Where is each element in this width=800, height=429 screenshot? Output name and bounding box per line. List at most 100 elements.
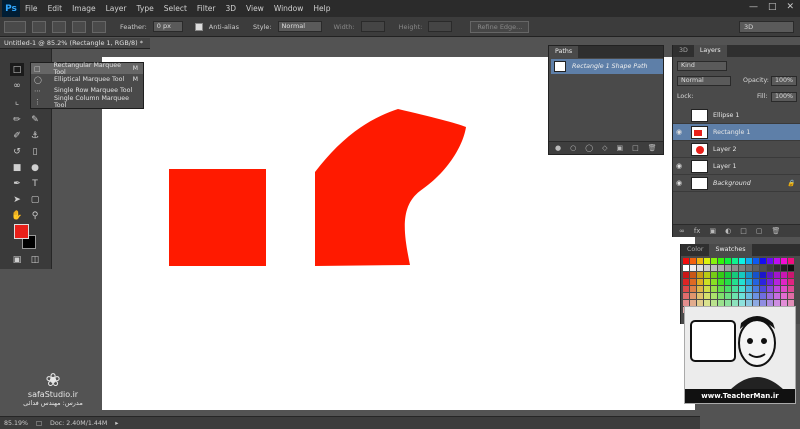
swatch-cell[interactable] [697, 258, 703, 264]
swatch-cell[interactable] [774, 279, 780, 285]
menu-view[interactable]: View [241, 4, 269, 13]
tab-paths[interactable]: Paths [549, 46, 579, 58]
swatch-cell[interactable] [767, 265, 773, 271]
swatch-cell[interactable] [774, 286, 780, 292]
swatch-cell[interactable] [718, 272, 724, 278]
swatch-cell[interactable] [774, 265, 780, 271]
swatch-cell[interactable] [690, 286, 696, 292]
swatch-cell[interactable] [683, 258, 689, 264]
swatch-cell[interactable] [753, 293, 759, 299]
swatch-cell[interactable] [767, 258, 773, 264]
menu-image[interactable]: Image [67, 4, 101, 13]
blend-mode-select[interactable]: Normal [677, 76, 731, 86]
gradient-tool-icon[interactable]: ■ [10, 161, 24, 174]
swatch-cell[interactable] [767, 293, 773, 299]
flyout-single-column-marquee[interactable]: ⋮ Single Column Marquee Tool [31, 95, 143, 109]
swatch-cell[interactable] [711, 272, 717, 278]
swatch-cell[interactable] [767, 272, 773, 278]
swatch-cell[interactable] [683, 265, 689, 271]
menu-file[interactable]: File [20, 4, 43, 13]
new-group-icon[interactable]: □ [740, 227, 747, 235]
menu-layer[interactable]: Layer [101, 4, 132, 13]
swatch-cell[interactable] [746, 258, 752, 264]
swatch-cell[interactable] [704, 293, 710, 299]
path-selection-icon[interactable]: ➤ [10, 193, 24, 206]
swatch-cell[interactable] [704, 286, 710, 292]
swatch-cell[interactable] [718, 258, 724, 264]
stroke-path-icon[interactable]: ○ [570, 144, 576, 152]
status-menu-arrow-icon[interactable]: ▸ [115, 420, 118, 427]
maximize-icon[interactable]: □ [768, 2, 777, 12]
fx-icon[interactable]: fx [694, 227, 701, 235]
swatch-cell[interactable] [725, 272, 731, 278]
swatch-cell[interactable] [753, 265, 759, 271]
document-tab[interactable]: Untitled-1 @ 85.2% (Rectangle 1, RGB/8) … [0, 38, 150, 49]
tab-swatches[interactable]: Swatches [709, 244, 752, 256]
swatch-cell[interactable] [788, 265, 794, 271]
swatch-cell[interactable] [781, 258, 787, 264]
swatch-cell[interactable] [697, 272, 703, 278]
link-layers-icon[interactable]: ∞ [679, 227, 685, 235]
add-mask-icon[interactable]: ▣ [709, 227, 716, 235]
swatch-cell[interactable] [732, 258, 738, 264]
refine-edge-button[interactable]: Refine Edge... [470, 20, 530, 33]
flyout-elliptical-marquee[interactable]: ◯ Elliptical Marquee Tool M [31, 74, 143, 85]
rectangle-tool-icon[interactable]: ▢ [28, 193, 42, 206]
antialias-checkbox[interactable] [194, 22, 203, 31]
swatch-cell[interactable] [704, 265, 710, 271]
add-mask-icon[interactable]: ▣ [616, 144, 623, 152]
feather-input[interactable]: 0 px [152, 21, 183, 32]
swatch-cell[interactable] [697, 265, 703, 271]
swatch-cell[interactable] [683, 279, 689, 285]
swatch-cell[interactable] [732, 265, 738, 271]
eyedropper-tool-icon[interactable]: ✏ [10, 113, 24, 126]
swatch-cell[interactable] [690, 279, 696, 285]
new-layer-icon[interactable]: ▢ [756, 227, 763, 235]
add-selection-button[interactable] [52, 20, 66, 33]
fill-input[interactable]: 100% [771, 92, 797, 102]
layer-row-layer-2[interactable]: Layer 2 [673, 141, 800, 158]
menu-edit[interactable]: Edit [43, 4, 68, 13]
swatch-cell[interactable] [690, 265, 696, 271]
swatch-cell[interactable] [683, 272, 689, 278]
swatch-cell[interactable] [753, 258, 759, 264]
tool-preset-picker[interactable] [4, 20, 26, 33]
swatch-cell[interactable] [760, 272, 766, 278]
swatch-cell[interactable] [732, 286, 738, 292]
swatch-cell[interactable] [753, 272, 759, 278]
swatch-cell[interactable] [760, 279, 766, 285]
flyout-rectangular-marquee[interactable]: □ Rectangular Marquee Tool M [31, 62, 143, 76]
layer-row-layer-1[interactable]: ◉ Layer 1 [673, 158, 800, 175]
swatch-cell[interactable] [739, 258, 745, 264]
swatch-cell[interactable] [746, 293, 752, 299]
swatch-cell[interactable] [704, 272, 710, 278]
subtract-selection-button[interactable] [72, 20, 86, 33]
swatch-cell[interactable] [760, 286, 766, 292]
swatch-cell[interactable] [711, 258, 717, 264]
workspace-select[interactable]: 3D [739, 21, 794, 33]
adjustment-layer-icon[interactable]: ◐ [725, 227, 731, 235]
zoom-level[interactable]: 85.19% [4, 420, 28, 427]
pen-tool-icon[interactable]: ✒ [10, 177, 24, 190]
swatch-cell[interactable] [788, 258, 794, 264]
quick-mask-icon[interactable]: ▣ [10, 253, 24, 266]
width-input[interactable] [360, 21, 385, 32]
lasso-tool-icon[interactable]: ∞ [10, 79, 24, 92]
swatch-cell[interactable] [718, 265, 724, 271]
swatch-cell[interactable] [725, 286, 731, 292]
swatch-cell[interactable] [746, 272, 752, 278]
swatch-cell[interactable] [788, 272, 794, 278]
swatch-cell[interactable] [732, 293, 738, 299]
foreground-color-swatch[interactable] [14, 224, 29, 239]
brush-tool-icon[interactable]: ✐ [10, 129, 24, 142]
new-path-icon[interactable]: □ [632, 144, 639, 152]
swatch-cell[interactable] [788, 279, 794, 285]
swatch-cell[interactable] [781, 279, 787, 285]
swatch-cell[interactable] [725, 265, 731, 271]
swatch-cell[interactable] [711, 279, 717, 285]
swatch-cell[interactable] [781, 293, 787, 299]
crop-tool-icon[interactable]: ⌞ [10, 95, 24, 108]
swatch-cell[interactable] [718, 293, 724, 299]
menu-window[interactable]: Window [269, 4, 309, 13]
swatch-cell[interactable] [711, 293, 717, 299]
